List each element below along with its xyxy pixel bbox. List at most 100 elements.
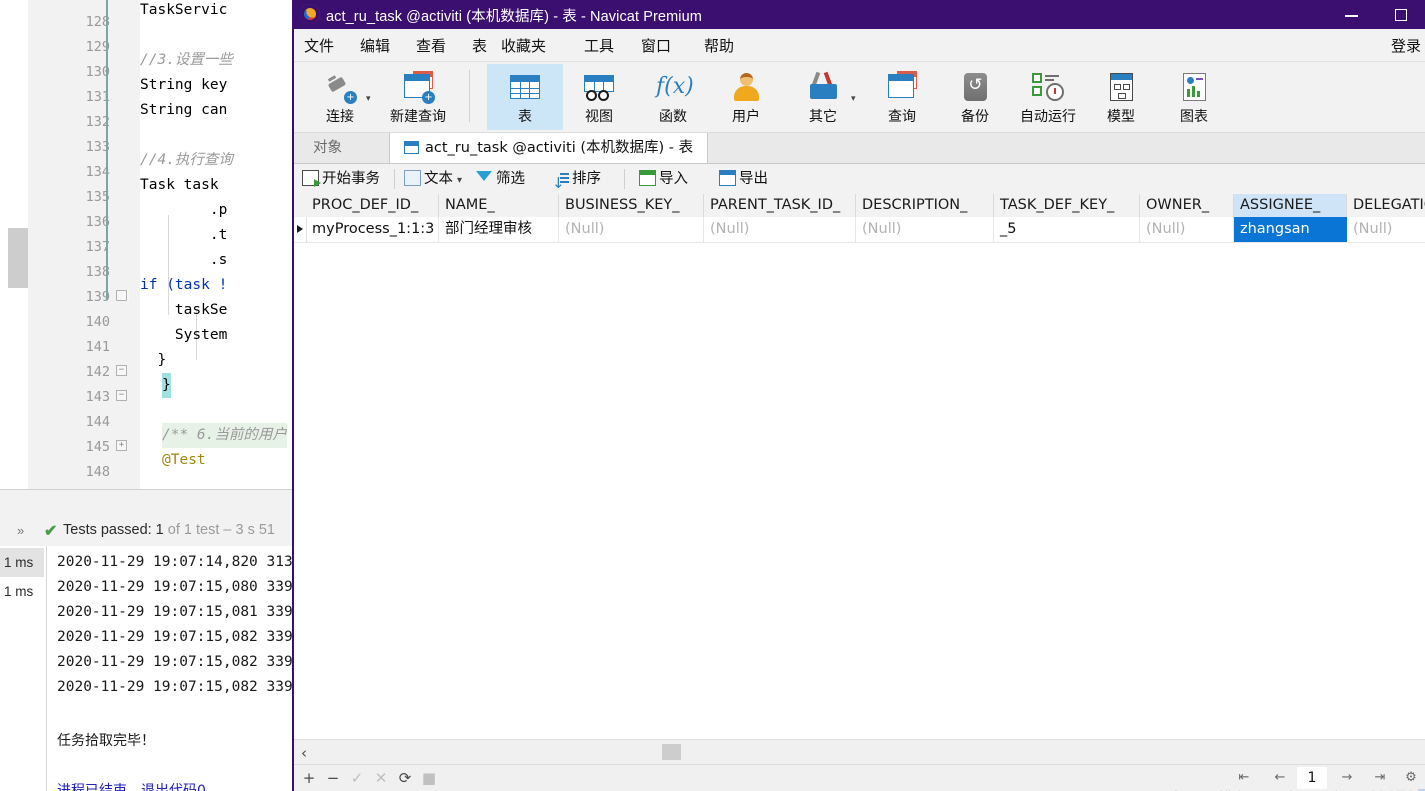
- cell-owner[interactable]: (Null): [1140, 217, 1234, 242]
- table-row[interactable]: myProcess_1:1:3 部门经理审核 (Null) (Null) (Nu…: [294, 217, 1425, 243]
- toolbar-view[interactable]: 视图: [561, 64, 637, 130]
- code-line: //4.执行查询: [140, 152, 233, 168]
- confirm-edit-button[interactable]: ✓: [348, 769, 366, 787]
- cell-delegation[interactable]: (Null): [1347, 217, 1425, 242]
- column-header-name[interactable]: NAME_: [439, 194, 559, 217]
- stop-button[interactable]: ■: [420, 769, 438, 787]
- tests-passed-main: Tests passed: 1: [63, 522, 164, 538]
- menu-item-window[interactable]: 窗口: [641, 35, 671, 56]
- toolbar-model[interactable]: 模型: [1083, 64, 1159, 130]
- toolbar-view-label: 视图: [585, 109, 613, 125]
- line-number: 139: [85, 289, 110, 305]
- code-folding-column[interactable]: − − +: [110, 0, 140, 489]
- cell-proc-def-id[interactable]: myProcess_1:1:3: [306, 217, 439, 242]
- column-header-delegation[interactable]: DELEGATION_: [1347, 194, 1425, 217]
- menu-bar: 文件 编辑 查看 表 收藏夹 工具 窗口 帮助 登录: [294, 29, 1425, 62]
- fold-toggle-icon[interactable]: −: [116, 390, 127, 401]
- toolbar-chart[interactable]: 图表: [1156, 64, 1232, 130]
- menu-item-tools[interactable]: 工具: [584, 35, 614, 56]
- grid-settings-button[interactable]: ⚙: [1399, 769, 1423, 787]
- login-link[interactable]: 登录: [1391, 35, 1423, 56]
- screenshot-root: 128 129 130 131 132 133 134 135 136 137 …: [0, 0, 1425, 791]
- code-line: String key: [140, 77, 228, 93]
- menu-item-edit[interactable]: 编辑: [360, 35, 390, 56]
- code-line: TaskServic: [140, 2, 228, 18]
- first-page-button[interactable]: ⇤: [1232, 769, 1256, 787]
- toolbar-query[interactable]: 查询: [864, 64, 940, 130]
- cell-description[interactable]: (Null): [856, 217, 994, 242]
- toolbar-chart-label: 图表: [1180, 109, 1208, 125]
- maximize-icon[interactable]: [1379, 0, 1425, 29]
- column-header-business-key[interactable]: BUSINESS_KEY_: [559, 194, 704, 217]
- line-number: 142: [85, 364, 110, 380]
- menu-item-table[interactable]: 表: [472, 35, 487, 56]
- column-header-description[interactable]: DESCRIPTION_: [856, 194, 994, 217]
- cell-business-key[interactable]: (Null): [559, 217, 704, 242]
- next-page-button[interactable]: →: [1335, 769, 1359, 787]
- navicat-titlebar: act_ru_task @activiti (本机数据库) - 表 - Navi…: [294, 0, 1425, 29]
- code-editor[interactable]: 128 129 130 131 132 133 134 135 136 137 …: [0, 0, 295, 489]
- tab-objects[interactable]: 对象: [299, 133, 389, 163]
- cancel-edit-button[interactable]: ✕: [372, 769, 390, 787]
- sort-button[interactable]: 排序: [552, 164, 601, 198]
- toolbar-automation[interactable]: 自动运行: [1010, 64, 1086, 130]
- text-view-button[interactable]: 文本 ▾: [404, 164, 466, 194]
- data-grid[interactable]: PROC_DEF_ID_ NAME_ BUSINESS_KEY_ PARENT_…: [294, 194, 1425, 740]
- fold-toggle-icon[interactable]: [116, 290, 129, 301]
- delete-record-button[interactable]: −: [324, 769, 342, 787]
- column-header-parent-task-id[interactable]: PARENT_TASK_ID_: [704, 194, 856, 217]
- code-text-area[interactable]: TaskServic //3.设置一些 String key String ca…: [140, 0, 295, 489]
- add-record-button[interactable]: +: [300, 769, 318, 787]
- text-view-icon: [404, 170, 421, 186]
- sort-label: 排序: [572, 171, 601, 187]
- cell-parent-task-id[interactable]: (Null): [704, 217, 856, 242]
- column-header-owner[interactable]: OWNER_: [1140, 194, 1234, 217]
- text-view-caret-icon[interactable]: ▾: [457, 175, 462, 186]
- column-header-assignee[interactable]: ASSIGNEE_: [1234, 194, 1347, 217]
- refresh-button[interactable]: ⟳: [396, 769, 414, 787]
- cell-task-def-key[interactable]: _5: [994, 217, 1140, 242]
- toolbar-backup[interactable]: 备份: [937, 64, 1013, 130]
- expand-chevrons-icon[interactable]: »: [17, 523, 24, 538]
- code-line: }: [140, 352, 167, 368]
- cell-name[interactable]: 部门经理审核: [439, 217, 559, 242]
- console-line: 2020-11-29 19:07:15,082 339: [57, 679, 293, 695]
- export-button[interactable]: 导出: [719, 164, 768, 194]
- scrollbar-thumb[interactable]: [8, 228, 28, 288]
- line-number: 140: [85, 314, 110, 330]
- menu-item-help[interactable]: 帮助: [704, 35, 734, 56]
- code-line: }: [162, 377, 171, 393]
- editor-left-scrollbar[interactable]: [0, 0, 28, 489]
- last-page-button[interactable]: ⇥: [1368, 769, 1392, 787]
- menu-item-favorites[interactable]: 收藏夹: [501, 35, 546, 56]
- tab-act-ru-task[interactable]: act_ru_task @activiti (本机数据库) - 表: [389, 133, 709, 163]
- horizontal-scrollbar-thumb[interactable]: [662, 744, 681, 760]
- toolbar-other[interactable]: 其它: [785, 64, 861, 130]
- menu-item-file[interactable]: 文件: [304, 35, 334, 56]
- import-button[interactable]: 导入: [639, 164, 688, 194]
- toolbar-new-query[interactable]: + 新建查询: [380, 64, 456, 130]
- minimize-icon[interactable]: [1329, 0, 1375, 29]
- console-output[interactable]: 2020-11-29 19:07:14,820 313 2020-11-29 1…: [46, 546, 295, 791]
- table-icon: [508, 70, 542, 104]
- filter-button[interactable]: 筛选: [476, 164, 525, 194]
- code-line: Task task: [140, 177, 228, 193]
- toolbar-table[interactable]: 表: [487, 64, 563, 130]
- other-dropdown-caret-icon[interactable]: ▾: [851, 94, 861, 104]
- column-header-task-def-key[interactable]: TASK_DEF_KEY_: [994, 194, 1140, 217]
- grid-horizontal-scrollbar[interactable]: ‹: [294, 739, 1425, 765]
- gridbar-separator: [624, 169, 625, 189]
- scroll-left-arrow-icon[interactable]: ‹: [301, 744, 307, 762]
- column-header-proc-def-id[interactable]: PROC_DEF_ID_: [306, 194, 439, 217]
- fold-toggle-icon[interactable]: −: [116, 365, 127, 376]
- page-number-input[interactable]: 1: [1297, 767, 1327, 789]
- menu-item-view[interactable]: 查看: [416, 35, 446, 56]
- toolbar-function[interactable]: f(x) 函数: [635, 64, 711, 130]
- toolbar-user[interactable]: 用户: [708, 64, 784, 130]
- prev-page-button[interactable]: ←: [1268, 769, 1292, 787]
- text-view-label: 文本: [424, 171, 453, 187]
- connect-dropdown-caret-icon[interactable]: ▾: [366, 94, 376, 104]
- fold-toggle-icon[interactable]: +: [116, 440, 127, 451]
- begin-transaction-button[interactable]: 开始事务: [302, 164, 380, 194]
- cell-assignee[interactable]: zhangsan: [1234, 217, 1347, 242]
